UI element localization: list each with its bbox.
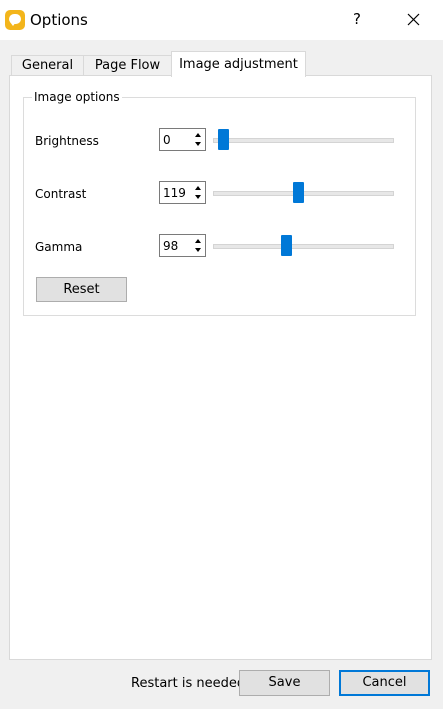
- save-button[interactable]: Save: [239, 670, 330, 696]
- contrast-label: Contrast: [35, 187, 87, 201]
- gamma-slider[interactable]: [213, 235, 394, 257]
- close-button[interactable]: [397, 8, 429, 32]
- tab-page-flow[interactable]: Page Flow: [83, 55, 172, 76]
- gamma-label: Gamma: [35, 240, 83, 254]
- brightness-slider[interactable]: [213, 129, 394, 151]
- contrast-slider-thumb[interactable]: [293, 182, 304, 203]
- restart-status-text: Restart is needed: [131, 676, 246, 691]
- gamma-value: 98: [163, 239, 179, 253]
- brightness-label: Brightness: [35, 134, 99, 148]
- speech-bubble-icon: [5, 10, 25, 30]
- brightness-value: 0: [163, 133, 171, 147]
- title-bar: Options ?: [0, 0, 443, 40]
- help-button[interactable]: ?: [350, 10, 364, 28]
- close-icon: [407, 13, 420, 26]
- group-title: Image options: [32, 90, 122, 104]
- brightness-slider-thumb[interactable]: [218, 129, 229, 150]
- contrast-slider[interactable]: [213, 182, 394, 204]
- contrast-spinbox[interactable]: 119: [159, 181, 206, 204]
- tab-image-adjustment[interactable]: Image adjustment: [171, 51, 306, 77]
- brightness-spinbox[interactable]: 0: [159, 128, 206, 151]
- tab-general[interactable]: General: [11, 55, 84, 76]
- window-title: Options: [30, 11, 88, 29]
- image-options-group: Image options Brightness 0 Contrast 119 …: [23, 90, 416, 316]
- reset-button[interactable]: Reset: [36, 277, 127, 302]
- cancel-button[interactable]: Cancel: [339, 670, 430, 696]
- contrast-value: 119: [163, 186, 186, 200]
- brightness-down-arrow[interactable]: [192, 139, 204, 149]
- gamma-slider-thumb[interactable]: [281, 235, 292, 256]
- gamma-down-arrow[interactable]: [192, 245, 204, 255]
- gamma-spinbox[interactable]: 98: [159, 234, 206, 257]
- tab-panel: Image options Brightness 0 Contrast 119 …: [9, 75, 432, 660]
- contrast-down-arrow[interactable]: [192, 192, 204, 202]
- tab-bar: General Page Flow Image adjustment: [0, 50, 443, 77]
